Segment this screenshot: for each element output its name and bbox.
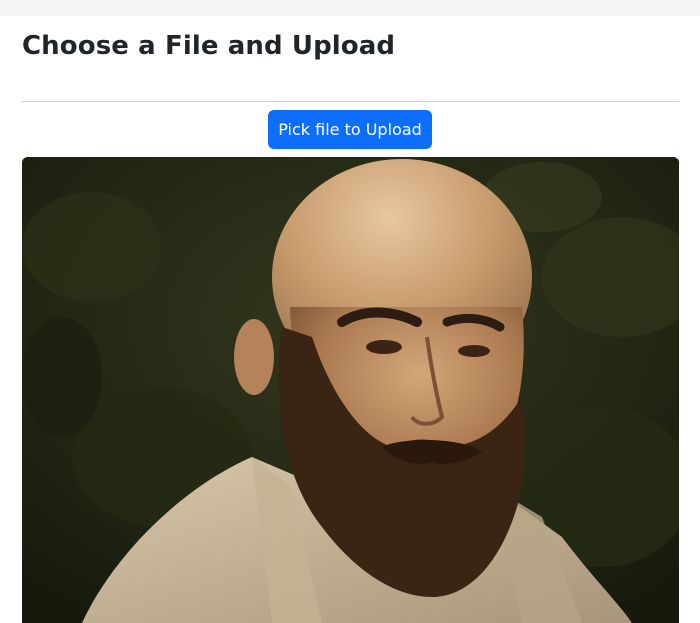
uploaded-image-preview — [22, 157, 679, 623]
top-bar — [0, 0, 700, 16]
portrait-image — [22, 157, 679, 623]
upload-page: Choose a File and Upload Pick file to Up… — [0, 16, 700, 623]
page-title: Choose a File and Upload — [22, 31, 396, 61]
title-divider — [22, 101, 679, 102]
pick-file-button[interactable]: Pick file to Upload — [268, 110, 432, 149]
